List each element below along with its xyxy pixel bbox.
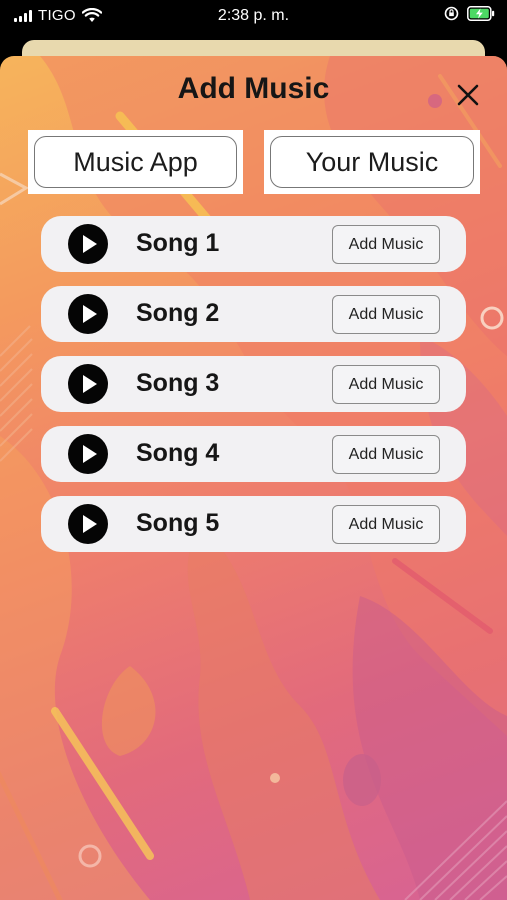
play-icon[interactable] (68, 224, 108, 264)
status-bar: TIGO 2:38 p. m. (0, 0, 507, 34)
status-time: 2:38 p. m. (217, 7, 290, 24)
song-title: Song 4 (136, 439, 220, 467)
add-music-button[interactable]: Add Music (332, 435, 440, 474)
add-music-button[interactable]: Add Music (332, 365, 440, 404)
song-row: Song 1 Add Music (41, 216, 466, 272)
song-row: Song 4 Add Music (41, 426, 466, 482)
play-icon[interactable] (68, 504, 108, 544)
your-music-label: Your Music (270, 136, 474, 188)
song-title: Song 3 (136, 369, 220, 397)
your-music-button[interactable]: Your Music (264, 130, 480, 194)
add-music-button[interactable]: Add Music (332, 225, 440, 264)
modal-title: Add Music (177, 72, 330, 105)
status-right (444, 6, 495, 21)
add-music-modal: Add Music Music App Your Music Song 1 Ad… (0, 56, 507, 900)
song-row: Song 3 Add Music (41, 356, 466, 412)
song-title: Song 1 (136, 229, 220, 257)
song-row: Song 5 Add Music (41, 496, 466, 552)
add-music-button[interactable]: Add Music (332, 295, 440, 334)
play-icon[interactable] (68, 364, 108, 404)
music-app-label: Music App (34, 136, 237, 188)
song-title: Song 5 (136, 509, 220, 537)
music-app-button[interactable]: Music App (28, 130, 243, 194)
battery-charging-icon (467, 6, 495, 21)
song-title: Song 2 (136, 299, 220, 327)
play-icon[interactable] (68, 434, 108, 474)
close-icon[interactable] (455, 82, 481, 108)
orientation-lock-icon (444, 6, 459, 21)
song-row: Song 2 Add Music (41, 286, 466, 342)
add-music-button[interactable]: Add Music (332, 505, 440, 544)
play-icon[interactable] (68, 294, 108, 334)
